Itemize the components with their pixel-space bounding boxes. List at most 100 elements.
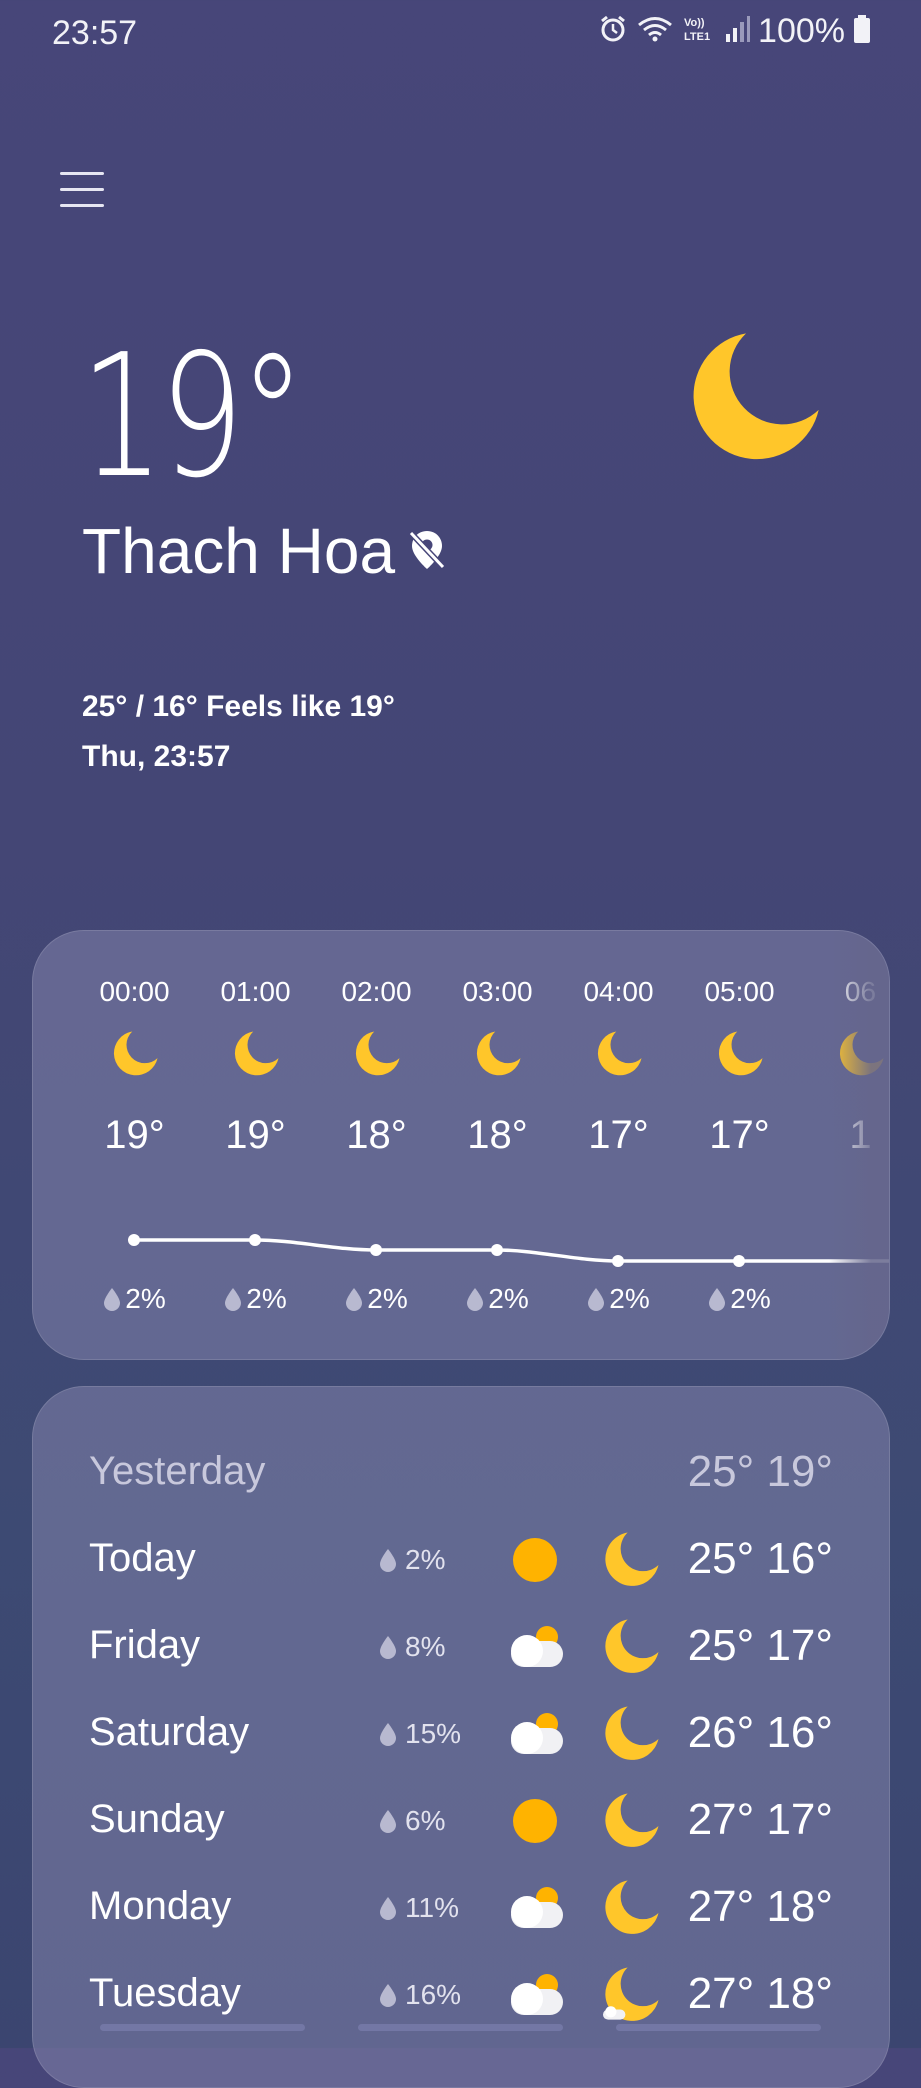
partly-cloudy-icon xyxy=(507,1706,567,1767)
hour-time: 04:00 xyxy=(583,976,654,1007)
hour-temp: 19° xyxy=(104,1113,165,1157)
nav-home-pill[interactable] xyxy=(358,2024,563,2031)
wifi-icon xyxy=(636,14,674,49)
volte-icon: Vo)) LTE1 xyxy=(682,14,716,49)
hour-rain: 2% xyxy=(74,1283,195,1315)
raindrop-icon xyxy=(225,1288,242,1311)
hi-lo-feels-like: 25° / 16° Feels like 19° xyxy=(82,690,395,723)
hour-rain-value: 2% xyxy=(730,1283,771,1314)
location-off-icon xyxy=(407,514,447,588)
day-hi-lo: 26° 16° xyxy=(687,1708,833,1757)
hourly-forecast-card[interactable]: 00:00 19° 2% 01:00 19° 2% 02:00 18° 2% 0… xyxy=(32,930,890,1360)
raindrop-icon xyxy=(380,1810,396,1833)
day-rain-value: 11% xyxy=(405,1892,459,1923)
hour-rain: 2% xyxy=(558,1283,679,1315)
hour-time: 00:00 xyxy=(99,976,170,1007)
moon-icon xyxy=(688,332,820,469)
status-time: 23:57 xyxy=(52,14,138,52)
raindrop-icon xyxy=(346,1288,363,1311)
hour-temp: 17° xyxy=(709,1113,770,1157)
daily-forecast-card[interactable]: Yesterday 25° 19° Today 2% 25° 16° Frida… xyxy=(32,1386,890,2088)
day-hi-lo: 27° 17° xyxy=(687,1795,833,1844)
raindrop-icon xyxy=(467,1288,484,1311)
moon-icon xyxy=(603,1619,659,1680)
hour-temp: 19° xyxy=(225,1113,286,1157)
raindrop-icon xyxy=(588,1288,605,1311)
signal-icon xyxy=(724,14,751,49)
hour-rain-value: 2% xyxy=(246,1283,287,1314)
hour-time: 05:00 xyxy=(704,976,775,1007)
sun-icon xyxy=(507,1532,563,1593)
location-name: Thach Hoa xyxy=(82,515,396,587)
partly-cloudy-icon xyxy=(507,1880,567,1941)
hour-rain-value: 2% xyxy=(367,1283,408,1314)
day-rain: 11% xyxy=(379,1892,459,1924)
day-name: Sunday xyxy=(89,1797,225,1841)
day-name: Tuesday xyxy=(89,1971,241,2015)
day-rain-value: 2% xyxy=(405,1544,446,1575)
partly-cloudy-icon xyxy=(507,1967,567,2028)
sun-icon xyxy=(507,1793,563,1854)
daily-row-today[interactable]: Today 2% 25° 16° xyxy=(33,1518,889,1605)
raindrop-icon xyxy=(104,1288,121,1311)
hamburger-menu-icon[interactable] xyxy=(60,170,104,210)
hour-time: 02:00 xyxy=(341,976,412,1007)
hour-temp: 18° xyxy=(467,1113,528,1157)
alarm-icon xyxy=(598,14,628,49)
daily-row-yesterday[interactable]: Yesterday 25° 19° xyxy=(33,1431,889,1518)
raindrop-icon xyxy=(380,1897,396,1920)
hour-temp: 17° xyxy=(588,1113,649,1157)
moon-icon xyxy=(603,1532,659,1593)
scroll-fade xyxy=(829,931,889,1359)
svg-text:LTE1: LTE1 xyxy=(684,31,710,43)
hour-rain: 2% xyxy=(437,1283,558,1315)
raindrop-icon xyxy=(380,1549,396,1572)
day-hi-lo: 25° 17° xyxy=(687,1621,833,1670)
day-rain: 2% xyxy=(379,1544,445,1576)
day-name: Monday xyxy=(89,1884,232,1928)
day-name: Friday xyxy=(89,1623,201,1667)
day-name: Saturday xyxy=(89,1710,250,1754)
day-rain-value: 6% xyxy=(405,1805,446,1836)
moon-icon xyxy=(112,1031,158,1082)
moon-icon xyxy=(354,1031,400,1082)
day-hi-lo: 27° 18° xyxy=(687,1969,833,2018)
hour-rain-value: 2% xyxy=(125,1283,166,1314)
day-rain: 16% xyxy=(379,1979,461,2011)
moon-cloud-icon xyxy=(603,1967,659,2028)
partly-cloudy-icon xyxy=(507,1619,567,1680)
day-hi-lo: 25° 16° xyxy=(687,1534,833,1583)
location-label[interactable]: Thach Hoa xyxy=(82,514,447,588)
day-rain: 8% xyxy=(379,1631,445,1663)
daily-row-sunday[interactable]: Sunday 6% 27° 17° xyxy=(33,1779,889,1866)
moon-icon xyxy=(603,1880,659,1941)
hour-rain-value: 2% xyxy=(488,1283,529,1314)
day-rain: 15% xyxy=(379,1718,461,1750)
moon-icon xyxy=(475,1031,521,1082)
daily-row-monday[interactable]: Monday 11% 27° 18° xyxy=(33,1866,889,1953)
nav-back-pill[interactable] xyxy=(616,2024,821,2031)
raindrop-icon xyxy=(380,1636,396,1659)
nav-recents-pill[interactable] xyxy=(100,2024,305,2031)
battery-percentage: 100% xyxy=(758,12,845,50)
raindrop-icon xyxy=(380,1984,396,2007)
current-temperature: 19° xyxy=(80,318,306,516)
day-rain: 6% xyxy=(379,1805,445,1837)
day-rain-value: 8% xyxy=(405,1631,446,1662)
moon-icon xyxy=(603,1793,659,1854)
daily-row-saturday[interactable]: Saturday 15% 26° 16° xyxy=(33,1692,889,1779)
hour-time: 01:00 xyxy=(220,976,291,1007)
hour-rain-value: 2% xyxy=(609,1283,650,1314)
raindrop-icon xyxy=(380,1723,396,1746)
status-icons: Vo)) LTE1 100% xyxy=(598,12,871,51)
hour-rain: 2% xyxy=(316,1283,437,1315)
moon-icon xyxy=(596,1031,642,1082)
moon-icon xyxy=(603,1706,659,1767)
battery-icon xyxy=(853,14,871,49)
hour-rain: 2% xyxy=(195,1283,316,1315)
moon-icon xyxy=(717,1031,763,1082)
daily-row-friday[interactable]: Friday 8% 25° 17° xyxy=(33,1605,889,1692)
day-hi-lo: 25° 19° xyxy=(687,1447,833,1496)
date-time: Thu, 23:57 xyxy=(82,740,231,773)
raindrop-icon xyxy=(709,1288,726,1311)
